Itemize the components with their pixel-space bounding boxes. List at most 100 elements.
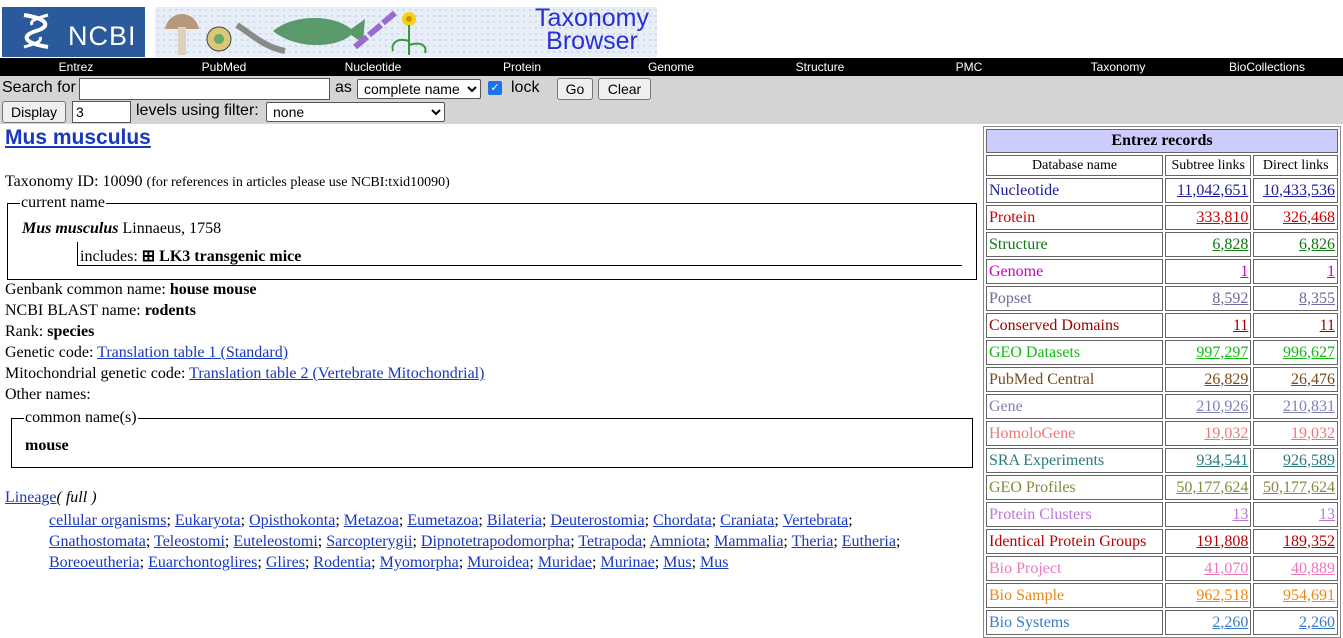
lineage-item[interactable]: Deuterostomia xyxy=(550,512,644,529)
direct-link[interactable]: 1 xyxy=(1253,259,1338,284)
lineage-item[interactable]: Sarcopterygii xyxy=(326,533,412,550)
database-name-cell[interactable]: Protein Clusters xyxy=(986,502,1164,527)
display-button[interactable]: Display xyxy=(2,101,66,123)
subtree-link[interactable]: 2,260 xyxy=(1165,610,1252,635)
subtree-link[interactable]: 11,042,651 xyxy=(1165,178,1252,203)
subtree-link[interactable]: 191,808 xyxy=(1165,529,1252,554)
database-name-cell[interactable]: Nucleotide xyxy=(986,178,1164,203)
nav-pmc[interactable]: PMC xyxy=(956,60,983,74)
genetic-code-link[interactable]: Translation table 1 (Standard) xyxy=(97,344,288,361)
lineage-item[interactable]: Eutheria xyxy=(842,533,896,550)
direct-link[interactable]: 996,627 xyxy=(1253,340,1338,365)
mito-code-link[interactable]: Translation table 2 (Vertebrate Mitochon… xyxy=(189,365,484,382)
nav-taxonomy[interactable]: Taxonomy xyxy=(1091,60,1146,74)
lineage-item[interactable]: Boreoeutheria xyxy=(49,554,140,571)
database-name-cell[interactable]: Protein xyxy=(986,205,1164,230)
lineage-item[interactable]: Amniota xyxy=(650,533,706,550)
database-name-cell[interactable]: Bio Sample xyxy=(986,583,1164,608)
nav-structure[interactable]: Structure xyxy=(796,60,845,74)
lineage-item[interactable]: Eukaryota xyxy=(175,512,241,529)
direct-link[interactable]: 189,352 xyxy=(1253,529,1338,554)
direct-link[interactable]: 11 xyxy=(1253,313,1338,338)
lineage-item[interactable]: Metazoa xyxy=(344,512,399,529)
go-button[interactable]: Go xyxy=(557,78,593,100)
levels-input[interactable] xyxy=(72,101,131,123)
nav-genome[interactable]: Genome xyxy=(648,60,694,74)
subtree-link[interactable]: 50,177,624 xyxy=(1165,475,1252,500)
database-name-cell[interactable]: Bio Project xyxy=(986,556,1164,581)
subtree-link[interactable]: 11 xyxy=(1165,313,1252,338)
direct-link[interactable]: 926,589 xyxy=(1253,448,1338,473)
lineage-item[interactable]: Euarchontoglires xyxy=(148,554,257,571)
name-type-select[interactable]: complete name xyxy=(357,79,481,99)
database-name-cell[interactable]: Genome xyxy=(986,259,1164,284)
nav-nucleotide[interactable]: Nucleotide xyxy=(345,60,402,74)
lineage-item[interactable]: Mus xyxy=(700,554,728,571)
lineage-item[interactable]: Muridae xyxy=(538,554,592,571)
lineage-item[interactable]: Rodentia xyxy=(313,554,371,571)
subtree-link[interactable]: 8,592 xyxy=(1165,286,1252,311)
taxon-name-link[interactable]: Mus musculus xyxy=(5,126,151,150)
database-name-cell[interactable]: Identical Protein Groups xyxy=(986,529,1164,554)
lineage-item[interactable]: Muroidea xyxy=(467,554,529,571)
direct-link[interactable]: 6,826 xyxy=(1253,232,1338,257)
clear-button[interactable]: Clear xyxy=(598,78,651,100)
lineage-item[interactable]: Gnathostomata xyxy=(49,533,146,550)
filter-select[interactable]: none xyxy=(266,102,445,122)
direct-link[interactable]: 210,831 xyxy=(1253,394,1338,419)
subtree-link[interactable]: 962,518 xyxy=(1165,583,1252,608)
database-name-cell[interactable]: SRA Experiments xyxy=(986,448,1164,473)
lineage-item[interactable]: Mammalia xyxy=(714,533,783,550)
subtree-link[interactable]: 13 xyxy=(1165,502,1252,527)
lineage-item[interactable]: Bilateria xyxy=(487,512,542,529)
direct-link[interactable]: 50,177,624 xyxy=(1253,475,1338,500)
taxonomy-browser-banner[interactable]: Taxonomy Browser xyxy=(155,6,657,57)
lineage-item[interactable]: Myomorpha xyxy=(380,554,459,571)
direct-link[interactable]: 19,032 xyxy=(1253,421,1338,446)
lineage-item[interactable]: Vertebrata xyxy=(783,512,849,529)
subtree-link[interactable]: 934,541 xyxy=(1165,448,1252,473)
lineage-item[interactable]: Teleostomi xyxy=(154,533,225,550)
direct-link[interactable]: 10,433,536 xyxy=(1253,178,1338,203)
lineage-item[interactable]: Euteleostomi xyxy=(233,533,317,550)
database-name-cell[interactable]: Gene xyxy=(986,394,1164,419)
lineage-item[interactable]: Chordata xyxy=(653,512,712,529)
direct-link[interactable]: 26,476 xyxy=(1253,367,1338,392)
database-name-cell[interactable]: Structure xyxy=(986,232,1164,257)
database-name-cell[interactable]: Bio Systems xyxy=(986,610,1164,635)
lineage-item[interactable]: Dipnotetrapodomorpha xyxy=(421,533,570,550)
nav-entrez[interactable]: Entrez xyxy=(59,60,94,74)
subtree-link[interactable]: 1 xyxy=(1165,259,1252,284)
database-name-cell[interactable]: Conserved Domains xyxy=(986,313,1164,338)
nav-pubmed[interactable]: PubMed xyxy=(202,60,247,74)
lineage-item[interactable]: Eumetazoa xyxy=(407,512,478,529)
lineage-full-toggle[interactable]: ( full ) xyxy=(57,489,97,506)
direct-link[interactable]: 954,691 xyxy=(1253,583,1338,608)
direct-link[interactable]: 40,889 xyxy=(1253,556,1338,581)
lineage-item[interactable]: Theria xyxy=(792,533,834,550)
lineage-item[interactable]: Glires xyxy=(266,554,305,571)
subtree-link[interactable]: 6,828 xyxy=(1165,232,1252,257)
lineage-item[interactable]: Craniata xyxy=(720,512,774,529)
lineage-link[interactable]: Lineage xyxy=(5,489,57,506)
subtree-link[interactable]: 997,297 xyxy=(1165,340,1252,365)
nav-biocollections[interactable]: BioCollections xyxy=(1229,60,1305,74)
subtree-link[interactable]: 41,070 xyxy=(1165,556,1252,581)
direct-link[interactable]: 8,355 xyxy=(1253,286,1338,311)
search-input[interactable] xyxy=(79,78,330,100)
database-name-cell[interactable]: HomoloGene xyxy=(986,421,1164,446)
lineage-item[interactable]: cellular organisms xyxy=(49,512,166,529)
includes-value[interactable]: ⊞ LK3 transgenic mice xyxy=(142,248,302,265)
subtree-link[interactable]: 333,810 xyxy=(1165,205,1252,230)
database-name-cell[interactable]: PubMed Central xyxy=(986,367,1164,392)
direct-link[interactable]: 326,468 xyxy=(1253,205,1338,230)
lineage-item[interactable]: Tetrapoda xyxy=(578,533,642,550)
lineage-item[interactable]: Opisthokonta xyxy=(249,512,335,529)
database-name-cell[interactable]: GEO Datasets xyxy=(986,340,1164,365)
database-name-cell[interactable]: Popset xyxy=(986,286,1164,311)
nav-protein[interactable]: Protein xyxy=(503,60,541,74)
ncbi-logo[interactable]: NCBI xyxy=(2,7,145,57)
lock-checkbox[interactable]: ✓ xyxy=(488,81,502,95)
subtree-link[interactable]: 210,926 xyxy=(1165,394,1252,419)
subtree-link[interactable]: 26,829 xyxy=(1165,367,1252,392)
